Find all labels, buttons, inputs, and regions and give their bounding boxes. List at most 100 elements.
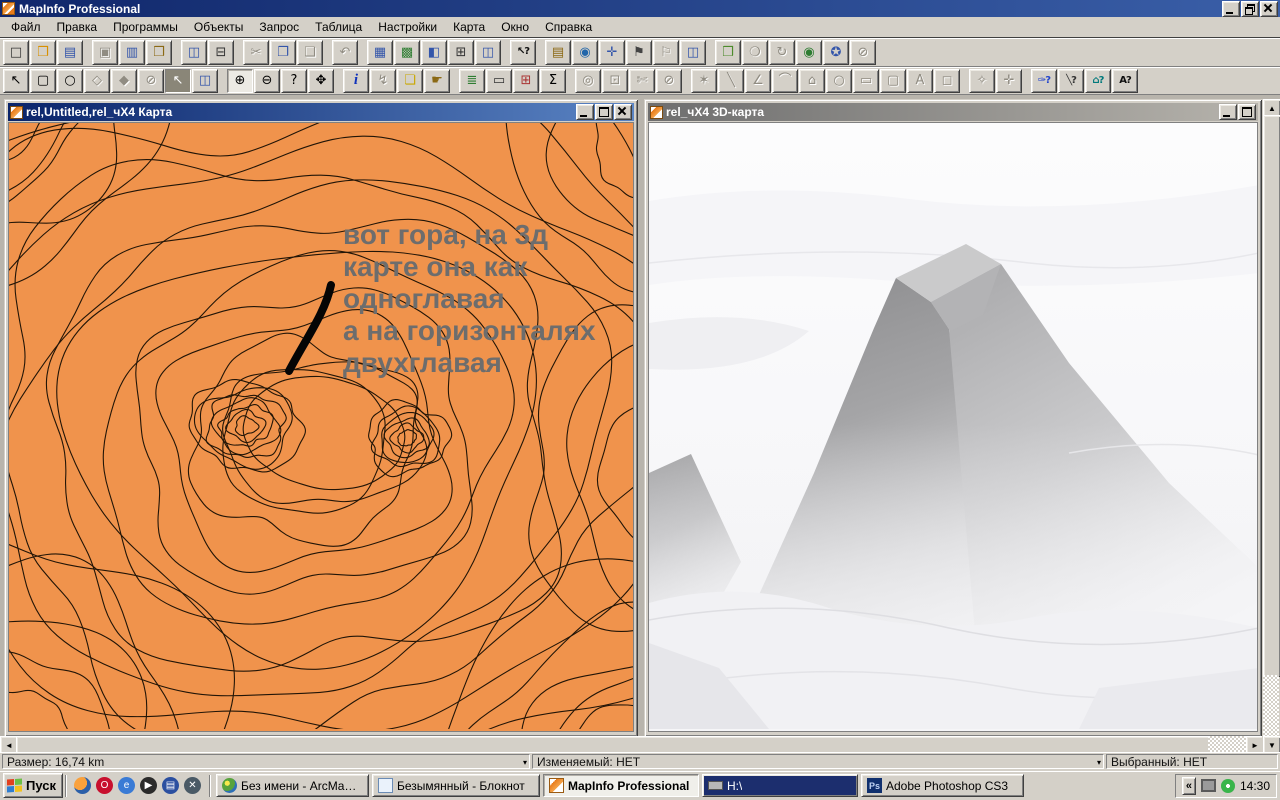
web-table-button[interactable]: ◉ bbox=[796, 40, 822, 65]
firefox-icon[interactable] bbox=[74, 777, 91, 794]
tray-chevron-button[interactable]: « bbox=[1182, 777, 1196, 795]
close-button[interactable] bbox=[1260, 1, 1278, 17]
menu-map[interactable]: Карта bbox=[445, 18, 493, 36]
status-editable-panel[interactable]: Изменяемый: НЕТ bbox=[532, 754, 1104, 769]
new-grapher-button[interactable]: ◧ bbox=[421, 40, 447, 65]
new-layout-button[interactable]: ⊞ bbox=[448, 40, 474, 65]
help-pointer-button[interactable]: ↖? bbox=[510, 40, 536, 65]
floppy-save-icon[interactable]: ▤ bbox=[162, 777, 179, 794]
save-table-icon: ▣ bbox=[99, 46, 111, 59]
vertical-scrollbar[interactable] bbox=[1262, 99, 1280, 752]
pan-button[interactable]: ✥ bbox=[308, 69, 334, 93]
info-tool-button[interactable]: i bbox=[343, 69, 369, 93]
desktop: MapInfo Professional ФайлПравкаПрограммы… bbox=[0, 0, 1280, 800]
opera-icon[interactable]: O bbox=[96, 777, 113, 794]
save-workspace-button[interactable]: ▥ bbox=[119, 40, 145, 65]
menu-programs[interactable]: Программы bbox=[105, 18, 186, 36]
media-player-icon[interactable]: ▶ bbox=[140, 777, 157, 794]
point-query-button[interactable]: ✑? bbox=[1031, 69, 1057, 93]
new-redistricter-button[interactable]: ◫ bbox=[475, 40, 501, 65]
new-report-window-button[interactable]: ◫ bbox=[181, 40, 207, 65]
view3d-window-titlebar[interactable]: rel_чХ4 3D-карта bbox=[648, 103, 1258, 121]
save-copy-as-button[interactable]: ❒ bbox=[146, 40, 172, 65]
zoom-in-button[interactable]: ⊕ bbox=[227, 69, 253, 93]
blue-messenger-icon[interactable]: e bbox=[118, 777, 135, 794]
print-window-button[interactable]: ⊟ bbox=[208, 40, 234, 65]
new-mapper-button[interactable]: ▩ bbox=[394, 40, 420, 65]
ruler-button[interactable]: ▭ bbox=[486, 69, 512, 93]
menu-query[interactable]: Запрос bbox=[251, 18, 307, 36]
menu-options[interactable]: Настройки bbox=[370, 18, 445, 36]
new-table-button[interactable]: □ bbox=[3, 40, 29, 65]
show-legend-button[interactable]: ⊞ bbox=[513, 69, 539, 93]
new-dbms-table-button[interactable]: ✛ bbox=[599, 40, 625, 65]
geocode-server-button[interactable]: ⚑ bbox=[626, 40, 652, 65]
start-button[interactable]: Пуск bbox=[3, 773, 63, 798]
open-workspace-button[interactable]: ▤ bbox=[57, 40, 83, 65]
task-arcmap[interactable]: Без имени - ArcMap - Ar... bbox=[216, 774, 369, 797]
zoom-query-button[interactable]: ? bbox=[281, 69, 307, 93]
view3d-canvas[interactable] bbox=[648, 122, 1258, 732]
menu-help[interactable]: Справка bbox=[537, 18, 600, 36]
notepad-icon bbox=[378, 778, 393, 793]
vertical-scroll-track[interactable] bbox=[1263, 675, 1279, 736]
view3d-minimize-button[interactable] bbox=[1219, 104, 1237, 120]
menu-edit[interactable]: Правка bbox=[49, 18, 106, 36]
statistics-button[interactable]: Σ bbox=[540, 69, 566, 93]
window-pick-button[interactable]: ◫ bbox=[680, 40, 706, 65]
menu-objects[interactable]: Объекты bbox=[186, 18, 252, 36]
frame-select-button[interactable]: ◫ bbox=[192, 69, 218, 93]
frame-tool-button: ◻ bbox=[934, 69, 960, 93]
vertical-scroll-thumb[interactable] bbox=[1263, 115, 1280, 677]
task-photoshop[interactable]: PsAdobe Photoshop CS3 bbox=[861, 774, 1024, 797]
view3d-maximize-button[interactable] bbox=[1238, 104, 1256, 120]
graph-select-button[interactable]: ↖ bbox=[165, 69, 191, 93]
marquee-select-button[interactable]: ▢ bbox=[30, 69, 56, 93]
app-titlebar[interactable]: MapInfo Professional bbox=[0, 0, 1280, 17]
open-hotfolder-button[interactable]: ❒ bbox=[715, 40, 741, 65]
status-selection-panel[interactable]: Выбранный: НЕТ bbox=[1106, 754, 1278, 769]
task-drive[interactable]: H:\ bbox=[702, 774, 858, 797]
monitor-icon[interactable] bbox=[1201, 779, 1216, 792]
horizontal-scroll-track[interactable] bbox=[1208, 736, 1246, 752]
text-query-button[interactable]: A? bbox=[1112, 69, 1138, 93]
open-dbms-table-button[interactable]: ▤ bbox=[545, 40, 571, 65]
status-zoom-panel[interactable]: Размер: 16,74 km bbox=[2, 754, 530, 769]
contour-path bbox=[243, 376, 405, 489]
status-editable-dropdown-icon[interactable] bbox=[1097, 755, 1101, 770]
status-zoom-dropdown-icon[interactable] bbox=[523, 755, 527, 770]
rectangle-tool-icon: ▭ bbox=[860, 74, 872, 87]
horizontal-scrollbar[interactable] bbox=[0, 736, 1262, 752]
region-query-button[interactable]: ⌂? bbox=[1085, 69, 1111, 93]
new-browser-button[interactable]: ▦ bbox=[367, 40, 393, 65]
map-close-button[interactable] bbox=[614, 104, 632, 120]
menu-table[interactable]: Таблица bbox=[307, 18, 370, 36]
layer-control-button[interactable]: ≣ bbox=[459, 69, 485, 93]
open-table-button[interactable]: ❒ bbox=[30, 40, 56, 65]
drag-map-window-button[interactable]: ☛ bbox=[424, 69, 450, 93]
open-web-service-button[interactable]: ◉ bbox=[572, 40, 598, 65]
x-tool-icon[interactable]: ✕ bbox=[184, 777, 201, 794]
restore-button[interactable] bbox=[1241, 1, 1259, 17]
map-window-titlebar[interactable]: rel,Untitled,rel_чХ4 Карта bbox=[8, 103, 634, 121]
menu-window[interactable]: Окно bbox=[493, 18, 537, 36]
zoom-out-button[interactable]: ⊖ bbox=[254, 69, 280, 93]
menu-file[interactable]: Файл bbox=[3, 18, 49, 36]
photoshop-icon: Ps bbox=[867, 778, 882, 793]
task-notepad[interactable]: Безымянный - Блокнот bbox=[372, 774, 540, 797]
label-tool-button[interactable]: ❏ bbox=[397, 69, 423, 93]
reshape-button: ✧ bbox=[969, 69, 995, 93]
map-minimize-button[interactable] bbox=[576, 104, 594, 120]
task-mapinfo[interactable]: MapInfo Professional bbox=[543, 774, 699, 797]
antivirus-icon[interactable] bbox=[1221, 779, 1235, 793]
copy-button[interactable]: ❐ bbox=[270, 40, 296, 65]
contour-path bbox=[9, 528, 234, 729]
minimize-button[interactable] bbox=[1222, 1, 1240, 17]
map-canvas[interactable]: вот гора, на 3дкарте она какодноглаваяа … bbox=[8, 122, 634, 732]
select-button[interactable]: ↖ bbox=[3, 69, 29, 93]
map-maximize-button[interactable] bbox=[595, 104, 613, 120]
line-query-button[interactable]: ╲? bbox=[1058, 69, 1084, 93]
web-pin-button[interactable]: ✪ bbox=[823, 40, 849, 65]
radius-select-button[interactable]: ○ bbox=[57, 69, 83, 93]
marquee-select-icon: ▢ bbox=[37, 74, 49, 87]
